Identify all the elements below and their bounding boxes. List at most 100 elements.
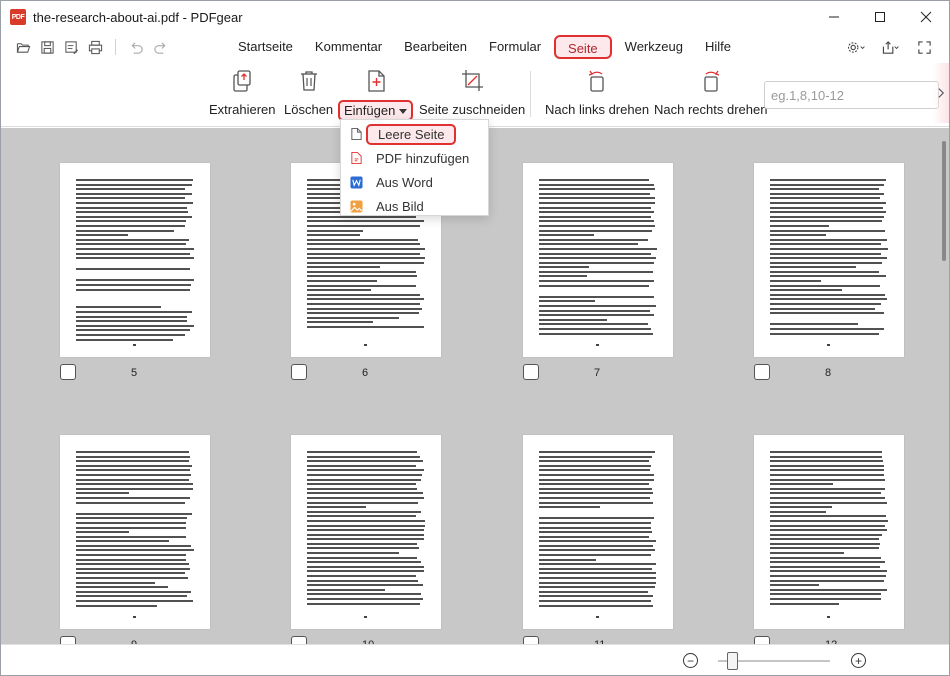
tab-startseite[interactable]: Startseite	[229, 35, 302, 59]
page-select-checkbox[interactable]	[291, 636, 307, 644]
page-thumbnail[interactable]	[754, 163, 904, 357]
page-footer-number	[364, 344, 367, 346]
ribbon-scroll-right-button[interactable]	[933, 63, 949, 123]
rotate-left-label: Nach links drehen	[545, 102, 650, 117]
print-icon[interactable]	[83, 35, 107, 59]
menu-item-add-pdf[interactable]: PDF hinzufügen	[341, 146, 488, 170]
zoom-slider-thumb[interactable]	[727, 652, 738, 670]
pdf-file-icon	[349, 151, 363, 165]
page-thumbnail[interactable]	[523, 163, 673, 357]
from-word-label: Aus Word	[376, 174, 433, 190]
redo-icon[interactable]	[148, 35, 172, 59]
open-folder-icon[interactable]	[11, 35, 35, 59]
page-footer-number	[827, 344, 830, 346]
page-thumbnail[interactable]	[291, 435, 441, 629]
page-select-checkbox[interactable]	[523, 636, 539, 644]
undo-icon[interactable]	[124, 35, 148, 59]
page-footer-number	[133, 344, 136, 346]
blank-page-label: Leere Seite	[366, 123, 456, 145]
vertical-scrollbar[interactable]	[942, 141, 946, 261]
zoom-in-button[interactable]: +	[851, 653, 866, 668]
page-select-checkbox[interactable]	[60, 364, 76, 380]
status-bar: − +	[1, 644, 949, 675]
fullscreen-icon[interactable]	[907, 35, 941, 59]
page-footer-number	[596, 344, 599, 346]
maximize-button[interactable]	[857, 1, 903, 33]
tab-hilfe[interactable]: Hilfe	[696, 35, 740, 59]
crop-label: Seite zuschneiden	[419, 102, 526, 117]
pdfgear-logo-icon: PDF	[10, 9, 26, 25]
main-tabs: Startseite Kommentar Bearbeiten Formular…	[229, 33, 744, 61]
blank-page-icon	[349, 127, 363, 141]
crop-page-button[interactable]: Seite zuschneiden	[419, 67, 525, 117]
page-thumbnail[interactable]	[523, 435, 673, 629]
close-button[interactable]	[903, 1, 949, 33]
page-number-label: 8	[825, 367, 832, 379]
zoom-out-button[interactable]: −	[683, 653, 698, 668]
share-icon[interactable]	[873, 35, 907, 59]
close-icon	[920, 11, 932, 23]
title-bar: PDF the-research-about-ai.pdf - PDFgear	[1, 1, 949, 33]
delete-button[interactable]: Löschen	[284, 67, 333, 117]
minimize-button[interactable]	[811, 1, 857, 33]
page-select-checkbox[interactable]	[754, 636, 770, 644]
page-footer-number	[827, 616, 830, 618]
rotate-right-icon	[698, 67, 724, 95]
page-text-preview	[770, 179, 888, 335]
insert-page-icon	[363, 67, 389, 95]
menu-bar: Startseite Kommentar Bearbeiten Formular…	[1, 33, 949, 61]
rotate-left-button[interactable]: Nach links drehen	[545, 67, 649, 117]
image-icon	[349, 199, 363, 213]
maximize-icon	[875, 12, 885, 22]
tab-formular[interactable]: Formular	[480, 35, 550, 59]
page-text-preview	[770, 451, 888, 605]
page-footer-number	[133, 616, 136, 618]
add-pdf-label: PDF hinzufügen	[376, 150, 470, 166]
plus-icon: +	[854, 653, 862, 668]
page-text-preview	[76, 451, 194, 607]
page-select-checkbox[interactable]	[291, 364, 307, 380]
settings-gear-icon[interactable]	[839, 35, 873, 59]
rotate-right-button[interactable]: Nach rechts drehen	[654, 67, 767, 117]
insert-label-text: Einfügen	[344, 103, 396, 118]
page-text-preview	[539, 179, 657, 335]
chevron-right-icon	[937, 88, 944, 98]
tab-kommentar[interactable]: Kommentar	[306, 35, 391, 59]
page-thumbnail[interactable]	[60, 435, 210, 629]
page-thumbnail[interactable]	[754, 435, 904, 629]
rotate-right-label: Nach rechts drehen	[654, 102, 768, 117]
insert-button[interactable]: Einfügen	[338, 67, 414, 121]
dropdown-caret-icon	[399, 109, 408, 115]
page-footer-number	[596, 616, 599, 618]
page-number-label: 5	[131, 367, 138, 379]
word-icon	[349, 175, 363, 189]
window-title: the-research-about-ai.pdf - PDFgear	[33, 9, 243, 25]
save-icon[interactable]	[35, 35, 59, 59]
minimize-icon	[829, 16, 839, 18]
insert-dropdown-menu: Leere Seite PDF hinzufügen Aus Word Aus …	[340, 119, 489, 216]
delete-label: Löschen	[284, 102, 334, 117]
minus-icon: −	[686, 653, 694, 668]
rotate-left-icon	[584, 67, 610, 95]
save-as-icon[interactable]	[59, 35, 83, 59]
tab-seite[interactable]: Seite	[554, 35, 612, 59]
menu-item-from-word[interactable]: Aus Word	[341, 170, 488, 194]
tab-werkzeug[interactable]: Werkzeug	[616, 35, 692, 59]
menu-item-blank-page[interactable]: Leere Seite	[341, 122, 488, 146]
tab-bearbeiten[interactable]: Bearbeiten	[395, 35, 476, 59]
page-select-checkbox[interactable]	[754, 364, 770, 380]
page-number-label: 6	[362, 367, 369, 379]
crop-icon	[459, 67, 485, 95]
extract-pages-icon	[229, 67, 255, 95]
page-range-input[interactable]: eg.1,8,10-12	[764, 81, 939, 109]
page-select-checkbox[interactable]	[523, 364, 539, 380]
page-text-preview	[539, 451, 657, 607]
insert-label: Einfügen	[338, 100, 414, 121]
extract-button[interactable]: Extrahieren	[209, 67, 275, 117]
page-text-preview	[76, 179, 194, 341]
page-select-checkbox[interactable]	[60, 636, 76, 644]
menu-item-from-image[interactable]: Aus Bild	[341, 194, 488, 218]
page-thumbnail[interactable]	[60, 163, 210, 357]
page-ribbon: Extrahieren Löschen Einfügen Seite zusch…	[1, 61, 949, 127]
ribbon-divider	[530, 71, 531, 117]
